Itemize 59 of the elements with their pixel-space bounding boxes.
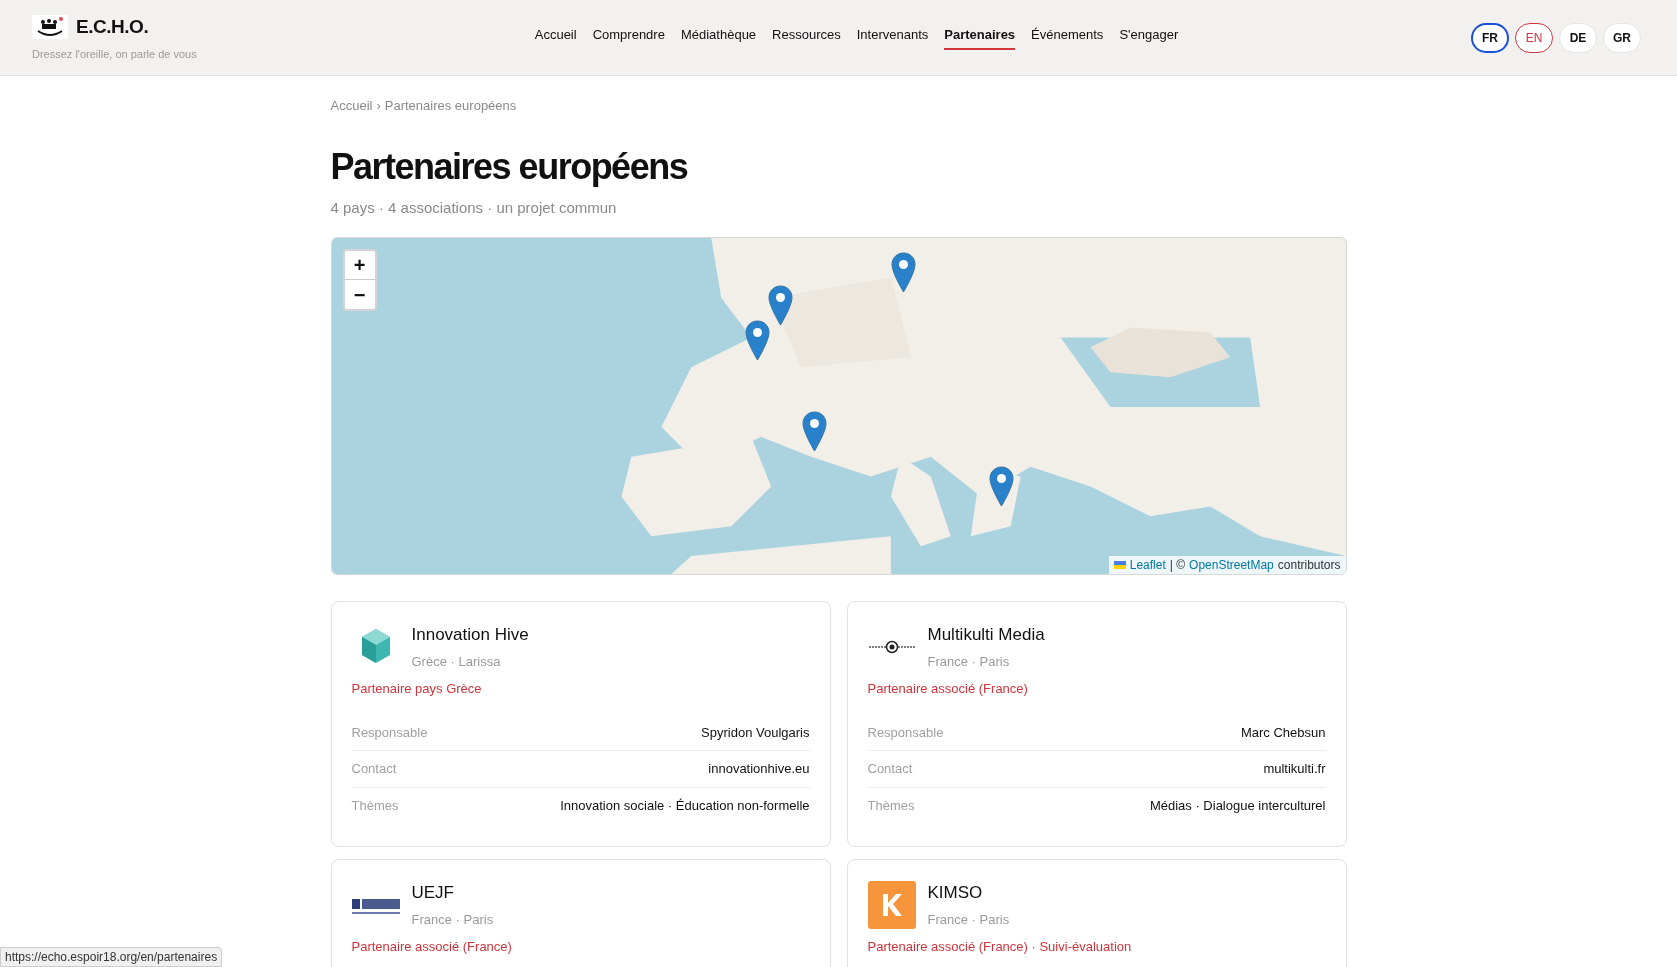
attribution-separator: | ©: [1169, 557, 1186, 574]
partner-name: Multikulti Media: [927, 624, 1045, 646]
people-logo-icon: [32, 15, 68, 40]
k-logo-icon: [867, 880, 916, 929]
detail-label: Thèmes: [351, 796, 399, 815]
nav-link[interactable]: Événements: [1031, 24, 1104, 51]
nav-link[interactable]: Accueil: [534, 24, 577, 51]
detail-label: Responsable: [867, 723, 944, 742]
partner-role: Partenaire associé (France) · Suivi-évaluation: [867, 938, 1133, 956]
page-subtitle: 4 pays · 4 associations · un projet commun: [330, 197, 618, 218]
partner-name: Innovation Hive: [411, 624, 529, 646]
detail-value: Marc Chebsun: [1240, 723, 1326, 742]
detail-label: Thèmes: [867, 796, 915, 815]
breadcrumb-link[interactable]: Partenaires européens: [384, 96, 517, 116]
partner-role: Partenaire associé (France): [867, 680, 1029, 698]
partner-role: Partenaire associé (France): [351, 938, 513, 956]
language-button[interactable]: DE: [1559, 22, 1597, 53]
partner-location: France · Paris: [927, 652, 1011, 671]
nav-link[interactable]: Partenaires: [944, 24, 1016, 51]
nav-link[interactable]: S'engager: [1119, 24, 1179, 51]
map-marker-icon[interactable]: [744, 320, 770, 361]
detail-label: Contact: [351, 760, 397, 778]
nav-link[interactable]: Intervenants: [856, 24, 929, 51]
detail-value: Spyridon Voulgaris: [701, 723, 810, 742]
map-marker-icon[interactable]: [801, 411, 827, 452]
nav-link[interactable]: Ressources: [772, 24, 841, 51]
nav-link[interactable]: Comprendre: [592, 24, 665, 51]
nav-link[interactable]: Médiathèque: [680, 24, 757, 51]
breadcrumb-separator: ›: [376, 97, 381, 115]
breadcrumb-link[interactable]: Accueil: [330, 96, 373, 116]
partner-location: Grèce · Larissa: [411, 652, 502, 671]
site-name[interactable]: E.C.H.O.: [76, 13, 149, 42]
page-title: Partenaires européens: [330, 144, 689, 189]
language-button[interactable]: FR: [1471, 22, 1509, 53]
detail-value: Innovation sociale · Éducation non-formelle: [560, 796, 810, 815]
detail-value: innovationhive.eu: [708, 760, 810, 778]
attribution-text: contributors: [1277, 557, 1341, 574]
partner-role: Partenaire pays Grèce: [351, 680, 483, 698]
zoom-out-button[interactable]: −: [344, 280, 375, 309]
language-button[interactable]: GR: [1603, 22, 1641, 53]
partner-name: UEJF: [411, 882, 455, 904]
detail-label: Contact: [867, 760, 913, 778]
partner-location: France · Paris: [411, 910, 494, 929]
map-marker-icon[interactable]: [890, 252, 916, 293]
site-tagline: Dressez l'oreille, on parle de vous: [32, 46, 198, 62]
partner-location: France · Paris: [927, 910, 1010, 929]
detail-value: Médias · Dialogue interculturel: [1149, 796, 1326, 815]
ukraine-flag-icon: [1113, 561, 1126, 569]
detail-label: Responsable: [351, 723, 428, 742]
zoom-in-button[interactable]: +: [344, 251, 375, 280]
status-bar-url: https://echo.espoir18.org/en/partenaires: [0, 947, 223, 967]
openstreetmap-link[interactable]: OpenStreetMap: [1189, 556, 1274, 574]
multikulti-logo-icon: [867, 639, 916, 654]
detail-value: multikulti.fr: [1263, 760, 1326, 778]
leaflet-link[interactable]: Leaflet: [1129, 556, 1166, 574]
map-marker-icon[interactable]: [767, 285, 793, 326]
partner-name: KIMSO: [927, 882, 984, 904]
language-button[interactable]: EN: [1515, 22, 1553, 53]
map-marker-icon[interactable]: [988, 466, 1014, 507]
